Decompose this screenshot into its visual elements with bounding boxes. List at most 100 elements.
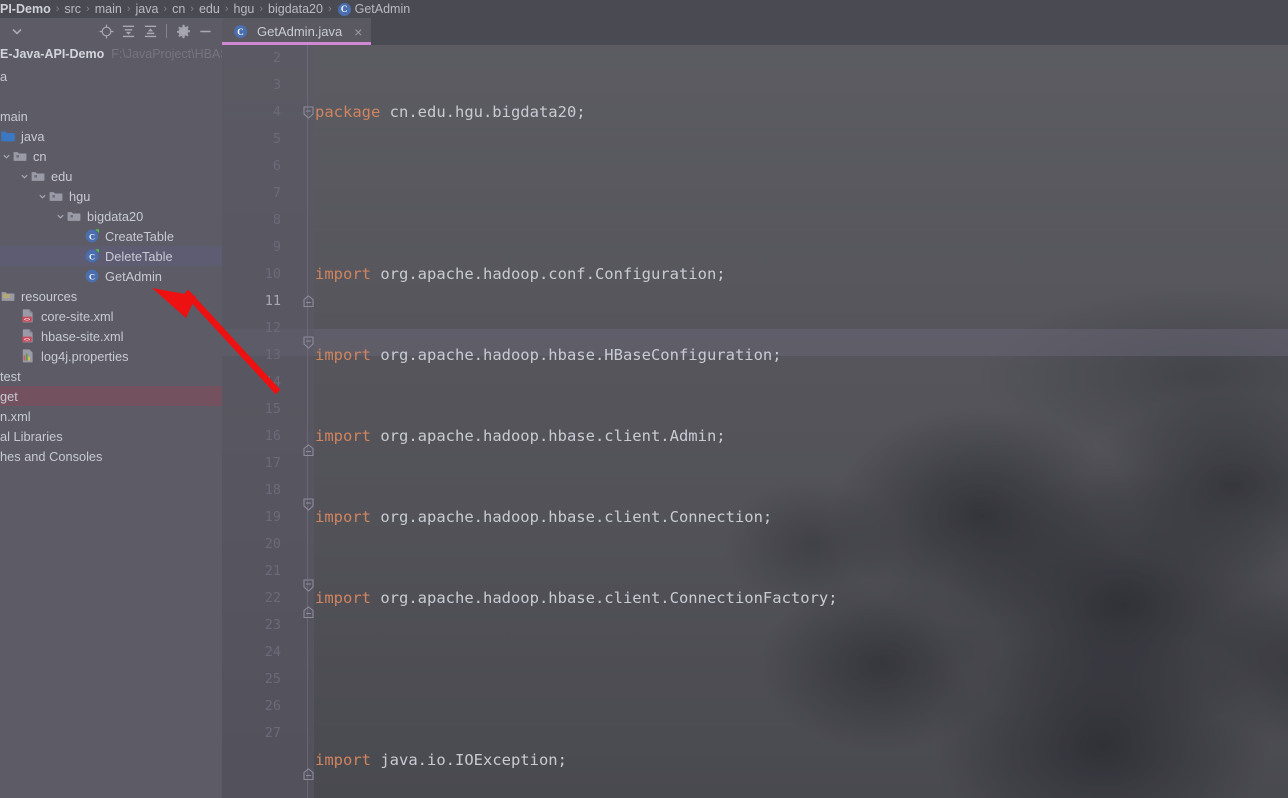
breadcrumb-current-file[interactable]: GetAdmin [355, 2, 411, 16]
code-line[interactable]: import org.apache.hadoop.hbase.client.Co… [314, 504, 1288, 531]
line-number: 23 [264, 617, 281, 633]
svg-text:<>: <> [24, 317, 31, 323]
line-number: 25 [264, 671, 281, 687]
code-line[interactable]: import java.io.IOException; [314, 747, 1288, 774]
tree-item-bigdata20[interactable]: bigdata20 [0, 206, 222, 226]
package-icon [30, 168, 46, 184]
project-name: E-Java-API-Demo [0, 47, 105, 61]
tree-item-scratches-and-consoles[interactable]: hes and Consoles [0, 446, 222, 466]
tree-item-edu[interactable]: edu [0, 166, 222, 186]
idea-window: PI-Demo › src › main › java › cn › edu ›… [0, 0, 1288, 798]
tree-item-target[interactable]: get [0, 386, 222, 406]
project-toolbar [0, 18, 222, 44]
chevron-down-icon[interactable] [54, 212, 66, 221]
tree-item-label: core-site.xml [41, 308, 114, 324]
tree-item-cn[interactable]: cn [0, 146, 222, 166]
chevron-down-icon[interactable] [18, 172, 30, 181]
line-number: 27 [264, 725, 281, 741]
tree-item-getadmin[interactable]: C GetAdmin [0, 266, 222, 286]
fold-marker-imports[interactable] [302, 99, 314, 126]
tab-getadmin-java[interactable]: C GetAdmin.java × [222, 18, 372, 45]
line-number: 6 [272, 158, 281, 174]
line-number: 8 [272, 212, 281, 228]
editor-area: C GetAdmin.java × 2 3 4 5 6 7 8 9 10 11 … [222, 18, 1288, 798]
chevron-down-icon[interactable] [0, 152, 12, 161]
code-line[interactable]: import org.apache.hadoop.hbase.HBaseConf… [314, 342, 1288, 369]
fold-marker-block[interactable] [302, 572, 314, 599]
svg-text:<>: <> [24, 337, 31, 343]
fold-marker-javadoc[interactable] [302, 329, 314, 356]
package-icon [66, 208, 82, 224]
breadcrumb-crumb-3[interactable]: java [135, 2, 158, 16]
line-number: 21 [264, 563, 281, 579]
breadcrumb-crumb-7[interactable]: bigdata20 [268, 2, 323, 16]
project-root-row[interactable]: E-Java-API-Demo F:\JavaProject\HBAS [0, 44, 222, 64]
expand-all-icon[interactable] [117, 20, 139, 42]
collapse-all-icon[interactable] [139, 20, 161, 42]
line-number: 7 [272, 185, 281, 201]
hide-tool-window-icon[interactable] [194, 20, 216, 42]
fold-marker-javadoc-end[interactable] [302, 437, 314, 464]
line-number-column: 2 3 4 5 6 7 8 9 10 11 12 13 14 15 16 17 [222, 45, 288, 747]
tree-item-hbase-site-xml[interactable]: <> hbase-site.xml [0, 326, 222, 346]
fold-marker-method-end[interactable] [302, 761, 314, 788]
tree-item-label: test [0, 368, 21, 384]
tree-item-resources[interactable]: resources [0, 286, 222, 306]
code-line[interactable] [314, 666, 1288, 693]
breadcrumb-separator: › [224, 3, 229, 15]
line-number: 3 [272, 77, 281, 93]
code-line[interactable]: import org.apache.hadoop.conf.Configurat… [314, 261, 1288, 288]
tree-item-core-site-xml[interactable]: <> core-site.xml [0, 306, 222, 326]
editor-tab-bar: C GetAdmin.java × [222, 18, 1288, 45]
code-line[interactable]: import org.apache.hadoop.hbase.client.Ad… [314, 423, 1288, 450]
fold-marker-method[interactable] [302, 491, 314, 518]
gear-icon[interactable] [172, 20, 194, 42]
project-view-options-button[interactable] [6, 20, 28, 42]
project-tree[interactable]: a main java cn edu hgu bigdata20 C Creat… [0, 66, 222, 466]
tree-item-external-libraries[interactable]: al Libraries [0, 426, 222, 446]
close-icon[interactable]: × [354, 25, 362, 39]
breadcrumb-crumb-2[interactable]: main [95, 2, 122, 16]
line-number: 10 [264, 266, 281, 282]
breadcrumb-crumb-1[interactable]: src [64, 2, 81, 16]
tree-item-hgu[interactable]: hgu [0, 186, 222, 206]
line-number: 14 [264, 374, 281, 390]
breadcrumb-separator: › [327, 3, 332, 15]
svg-text:C: C [89, 252, 95, 261]
tree-item-log4j-properties[interactable]: log4j.properties [0, 346, 222, 366]
xml-file-icon: <> [20, 328, 36, 344]
code-line[interactable]: import org.apache.hadoop.hbase.client.Co… [314, 585, 1288, 612]
locate-in-tree-icon[interactable] [95, 20, 117, 42]
source-folder-icon [0, 128, 16, 144]
line-number: 20 [264, 536, 281, 552]
fold-marker-io-import[interactable] [302, 288, 314, 315]
tree-item-label: al Libraries [0, 428, 63, 444]
code-line[interactable]: package cn.edu.hgu.bigdata20; [314, 99, 1288, 126]
tree-item-a[interactable]: a [0, 66, 222, 86]
tree-item-java[interactable]: java [0, 126, 222, 146]
line-number: 2 [272, 50, 281, 66]
breadcrumb-crumb-0[interactable]: PI-Demo [0, 2, 51, 16]
breadcrumb[interactable]: PI-Demo › src › main › java › cn › edu ›… [0, 0, 1288, 18]
tree-item-createtable[interactable]: C CreateTable [0, 226, 222, 246]
breadcrumb-crumb-4[interactable]: cn [172, 2, 185, 16]
editor-viewport[interactable]: 2 3 4 5 6 7 8 9 10 11 12 13 14 15 16 17 [222, 45, 1288, 798]
tree-item-label: DeleteTable [105, 248, 173, 264]
chevron-down-icon[interactable] [36, 192, 48, 201]
fold-marker-block-end[interactable] [302, 599, 314, 626]
resources-folder-icon [0, 288, 16, 304]
tree-item-test[interactable]: test [0, 366, 222, 386]
breadcrumb-crumb-6[interactable]: hgu [234, 2, 255, 16]
tree-item-pom-xml[interactable]: n.xml [0, 406, 222, 426]
code-content[interactable]: package cn.edu.hgu.bigdata20; import org… [314, 45, 1288, 798]
line-number: 15 [264, 401, 281, 417]
editor-gutter[interactable]: 2 3 4 5 6 7 8 9 10 11 12 13 14 15 16 17 [222, 45, 314, 798]
code-line[interactable] [314, 180, 1288, 207]
line-number: 18 [264, 482, 281, 498]
tree-item-label: a [0, 68, 8, 84]
tree-item-blank [0, 86, 222, 106]
tree-item-deletetable[interactable]: C DeleteTable [0, 246, 222, 266]
tree-item-label: bigdata20 [87, 208, 144, 224]
breadcrumb-crumb-5[interactable]: edu [199, 2, 220, 16]
tree-item-main[interactable]: main [0, 106, 222, 126]
